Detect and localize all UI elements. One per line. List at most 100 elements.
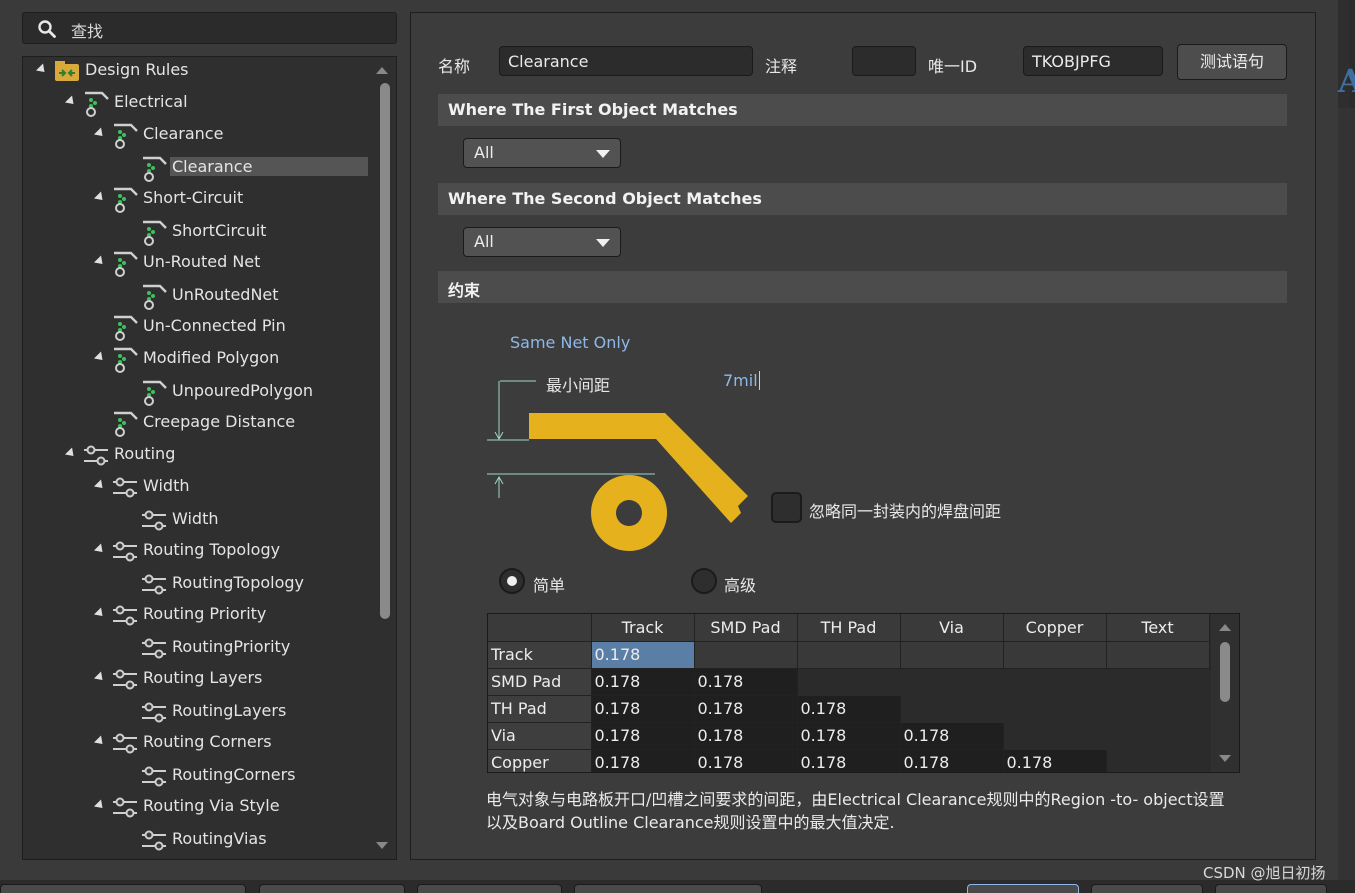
tree-item-label: Clearance [143, 124, 224, 143]
scroll-up-icon[interactable] [376, 67, 388, 74]
clearance-matrix[interactable]: Track SMD Pad TH Pad Via Copper Text Track 0.17… [487, 613, 1240, 773]
tree-item[interactable]: Clearance [23, 120, 373, 150]
matrix-cell[interactable]: 0.178 [694, 722, 798, 750]
tree-item-label: Un-Connected Pin [143, 316, 286, 335]
comment-field[interactable] [852, 46, 916, 76]
bottom-button-4[interactable] [574, 884, 762, 893]
name-field[interactable]: Clearance [499, 46, 753, 76]
tree-scrollbar[interactable] [380, 83, 390, 619]
simple-radio[interactable] [499, 568, 525, 594]
matrix-scroll-thumb[interactable] [1220, 642, 1230, 702]
tree-item-label: Design Rules [85, 60, 189, 79]
advanced-radio[interactable] [691, 568, 717, 594]
bottom-button-ok[interactable] [967, 884, 1079, 893]
scroll-down-icon[interactable] [1219, 755, 1231, 762]
tree-item[interactable]: Short-Circuit [23, 184, 373, 214]
tree-item[interactable]: RoutingVias [23, 825, 373, 855]
matrix-cell[interactable]: 0.178 [797, 695, 901, 723]
tree-expand-icon[interactable] [93, 191, 107, 204]
tree-item-label: Electrical [114, 92, 188, 111]
matrix-cell[interactable]: 0.178 [694, 695, 798, 723]
same-net-only-link[interactable]: Same Net Only [510, 333, 630, 352]
tree-item[interactable]: UnRoutedNet [23, 281, 373, 311]
tree-item[interactable]: RoutingTopology [23, 569, 373, 599]
tree-expand-icon[interactable] [93, 127, 107, 140]
tree-item[interactable]: Width [23, 472, 373, 502]
search-input[interactable]: 查找 [71, 18, 103, 42]
tree-item[interactable]: Routing Topology [23, 536, 373, 566]
routing-rule-icon [111, 473, 139, 501]
matrix-cell[interactable]: 0.178 [591, 695, 695, 723]
matrix-cell-unused [1106, 668, 1210, 696]
tree-expand-icon[interactable] [93, 735, 107, 748]
matrix-cell[interactable]: 0.178 [591, 668, 695, 696]
tree-expand-icon[interactable] [93, 351, 107, 364]
matrix-cell[interactable]: 0.178 [900, 722, 1004, 750]
scroll-up-icon[interactable] [1219, 624, 1231, 631]
tree-item[interactable]: Routing Corners [23, 728, 373, 758]
tree-item[interactable]: Width [23, 505, 373, 535]
tree-item[interactable]: Modified Polygon [23, 344, 373, 374]
bottom-button-3[interactable] [417, 884, 562, 893]
tree-item[interactable]: RoutingPriority [23, 633, 373, 663]
tree-item[interactable]: Routing Via Style [23, 792, 373, 822]
matrix-cell[interactable]: 0.178 [591, 749, 695, 772]
side-edge-panel: A [1338, 0, 1355, 893]
tree-expand-icon[interactable] [93, 255, 107, 268]
bottom-button-cancel[interactable] [1091, 884, 1203, 893]
tree-item-label: RoutingVias [172, 829, 267, 848]
tree-item[interactable]: Routing [23, 440, 373, 470]
tree-expand-icon[interactable] [64, 95, 78, 108]
tree-item[interactable]: Routing Layers [23, 664, 373, 694]
tree-expand-icon[interactable] [93, 607, 107, 620]
matrix-cell[interactable]: 0.178 [591, 722, 695, 750]
bottom-button-1[interactable] [0, 884, 246, 893]
test-query-button[interactable]: 测试语句 [1177, 44, 1287, 80]
tree-expand-icon[interactable] [35, 63, 49, 76]
matrix-scrollbar[interactable] [1211, 614, 1239, 772]
routing-rule-icon [82, 441, 110, 469]
first-match-dropdown[interactable]: All [463, 138, 621, 168]
matrix-cell[interactable]: 0.178 [797, 749, 901, 772]
edge-glyph: A [1338, 62, 1355, 100]
matrix-cell[interactable]: 0.178 [900, 749, 1004, 772]
matrix-cell[interactable]: 0.178 [591, 641, 695, 669]
matrix-cell[interactable]: 0.178 [797, 722, 901, 750]
bottom-button-2[interactable] [259, 884, 405, 893]
matrix-column-header: Track [591, 614, 695, 642]
second-match-header: Where The Second Object Matches [438, 183, 1287, 215]
tree-item[interactable]: RoutingCorners [23, 761, 373, 791]
tree-expand-icon[interactable] [93, 543, 107, 556]
description-line-1: 电气对象与电路板开口/凹槽之间要求的间距，由Electrical Clearan… [486, 790, 1225, 809]
comment-label: 注释 [765, 57, 798, 76]
tree-item[interactable]: ShortCircuit [23, 217, 373, 247]
tree-expand-icon[interactable] [93, 799, 107, 812]
tree-item[interactable]: Electrical [23, 88, 373, 118]
rules-tree[interactable]: Design Rules Electrical Clearance Clearance… [22, 56, 397, 860]
tree-item[interactable]: Clearance [23, 153, 373, 183]
tree-item-label: Short-Circuit [143, 188, 244, 207]
tree-item-label: Routing Priority [143, 604, 267, 623]
tree-expand-icon[interactable] [64, 447, 78, 460]
tree-item[interactable]: Un-Routed Net [23, 248, 373, 278]
matrix-cell[interactable]: 0.178 [1003, 749, 1107, 772]
tree-expand-icon[interactable] [93, 479, 107, 492]
matrix-cell[interactable]: 0.178 [694, 668, 798, 696]
scroll-down-icon[interactable] [376, 842, 388, 849]
edge-bar [1338, 108, 1355, 893]
tree-item[interactable]: RoutingLayers [23, 697, 373, 727]
tree-expand-icon[interactable] [93, 671, 107, 684]
tree-item[interactable]: Routing Priority [23, 600, 373, 630]
tree-item[interactable]: UnpouredPolygon [23, 377, 373, 407]
ignore-pad-checkbox[interactable] [771, 492, 802, 523]
search-box[interactable]: 查找 [22, 12, 397, 44]
bottom-button-apply[interactable] [1215, 884, 1327, 893]
advanced-label: 高级 [724, 576, 757, 595]
tree-item[interactable]: Creepage Distance [23, 408, 373, 438]
tree-item[interactable]: Un-Connected Pin [23, 312, 373, 342]
tree-item[interactable]: Design Rules [23, 57, 373, 86]
radio-selected-dot [507, 576, 517, 586]
uid-field[interactable]: TKOBJPFG [1023, 46, 1163, 76]
second-match-dropdown[interactable]: All [463, 227, 621, 257]
matrix-cell[interactable]: 0.178 [694, 749, 798, 772]
